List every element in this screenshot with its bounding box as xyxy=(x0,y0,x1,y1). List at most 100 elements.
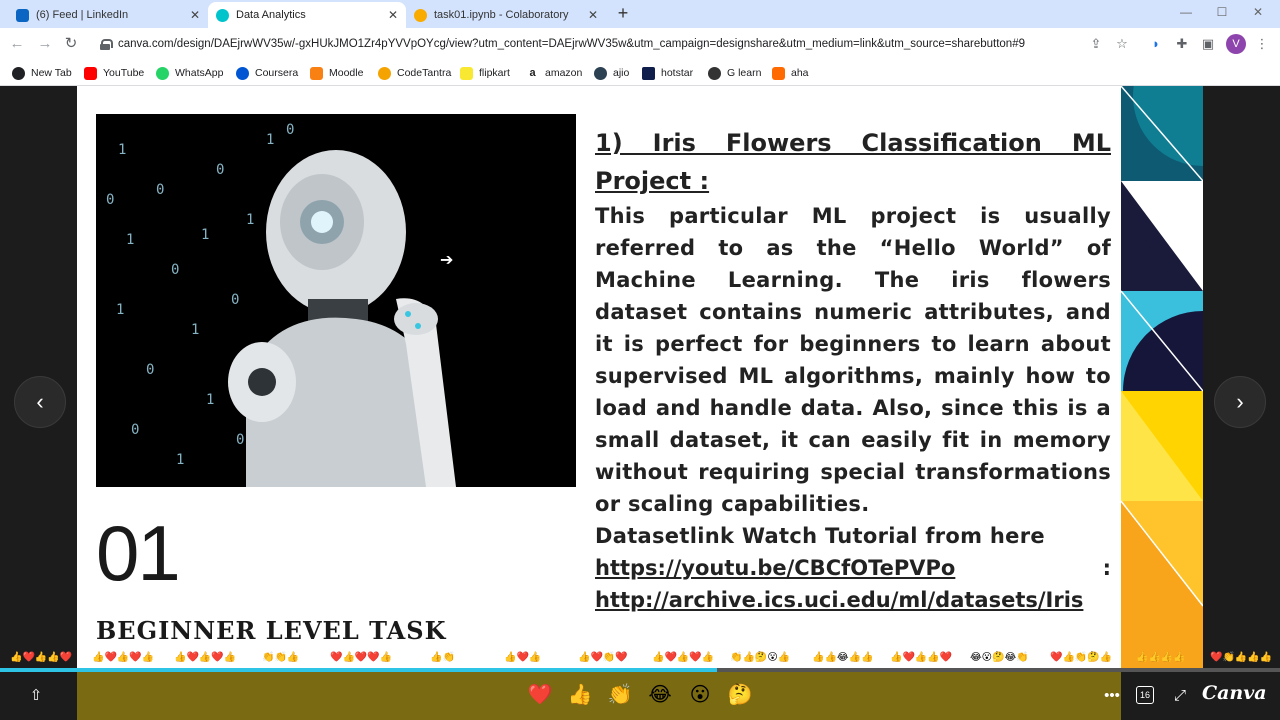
moodle-icon xyxy=(310,66,323,80)
reaction-emojis: ❤️👍👏🤔👍 xyxy=(1050,652,1113,663)
globe-icon xyxy=(12,66,25,80)
close-icon[interactable]: ✕ xyxy=(588,8,598,22)
maximize-button[interactable]: ☐ xyxy=(1212,5,1232,19)
next-slide-button[interactable]: › xyxy=(1214,376,1266,428)
decorative-pattern xyxy=(1121,86,1203,670)
reaction-emojis: 👍❤️👏❤️ xyxy=(578,652,628,663)
svg-text:1: 1 xyxy=(246,212,254,228)
linkedin-icon xyxy=(16,8,29,22)
chevron-right-icon: › xyxy=(1236,389,1244,414)
svg-text:0: 0 xyxy=(231,292,239,308)
colon-text: : xyxy=(1102,556,1111,580)
bookmark-moodle[interactable]: Moodle xyxy=(310,64,363,82)
reaction-emojis: 👍❤️👍👍❤️ xyxy=(10,652,73,663)
svg-text:1: 1 xyxy=(266,132,274,148)
tab-strip: (6) Feed | LinkedIn ✕ Data Analytics ✕ t… xyxy=(0,0,1280,28)
coursera-icon xyxy=(236,66,249,80)
bookmark-glearn[interactable]: G learn xyxy=(708,64,761,82)
colab-icon xyxy=(414,8,427,22)
bookmark-star-icon[interactable]: ☆ xyxy=(1114,36,1130,52)
dataset-line: Datasetlink Watch Tutorial from here xyxy=(595,524,1045,548)
codetantra-icon xyxy=(378,66,391,80)
svg-text:0: 0 xyxy=(171,262,179,278)
bookmark-aha[interactable]: aha xyxy=(772,64,809,82)
url-field[interactable]: canva.com/design/DAEjrwWV35w/-gxHUkJMO1Z… xyxy=(92,32,1142,56)
reload-button[interactable]: ↻ xyxy=(62,35,80,53)
dataset-link[interactable]: http://archive.ics.uci.edu/ml/datasets/I… xyxy=(595,584,1111,616)
svg-text:1: 1 xyxy=(126,232,134,248)
more-options-icon[interactable]: ••• xyxy=(1102,686,1122,706)
laugh-reaction-button[interactable]: 😂 xyxy=(647,682,673,708)
aha-icon xyxy=(772,66,785,80)
media-icon[interactable]: ◗ xyxy=(1148,36,1164,52)
svg-text:1: 1 xyxy=(206,392,214,408)
profile-avatar[interactable]: V xyxy=(1226,34,1246,54)
youtube-icon xyxy=(84,66,97,80)
task-description: 1) Iris Flowers Classification ML Projec… xyxy=(595,124,1111,616)
svg-text:0: 0 xyxy=(106,192,114,208)
robot-image: 101 011 010 010 101 100 01 xyxy=(96,114,576,487)
extensions-icon[interactable]: ✚ xyxy=(1174,36,1190,52)
cursor-icon: ➔ xyxy=(440,252,454,269)
bookmark-flipkart[interactable]: flipkart xyxy=(460,64,510,82)
canva-logo[interactable]: Canva xyxy=(1202,682,1267,704)
bookmark-amazon[interactable]: a amazon xyxy=(526,64,582,82)
bookmark-new-tab[interactable]: New Tab xyxy=(12,64,72,82)
minimize-button[interactable]: — xyxy=(1176,5,1196,19)
bookmarks-bar: New Tab YouTube WhatsApp Coursera Moodle… xyxy=(0,60,1280,86)
url-text: canva.com/design/DAEjrwWV35w/-gxHUkJMO1Z… xyxy=(118,38,1025,50)
fullscreen-icon[interactable]: ⤢ xyxy=(1170,686,1190,706)
reaction-emojis: 👍❤️👍👍❤️ xyxy=(890,652,953,663)
bookmark-hotstar[interactable]: hotstar xyxy=(642,64,693,82)
svg-text:1: 1 xyxy=(201,227,209,243)
reaction-emojis: 👍👍👍👍 xyxy=(1136,652,1186,663)
youtube-link[interactable]: https://youtu.be/CBCfOTePVPo xyxy=(595,552,955,584)
close-window-button[interactable]: ✕ xyxy=(1248,5,1268,19)
reaction-emojis: 👍👏 xyxy=(430,652,455,663)
close-icon[interactable]: ✕ xyxy=(190,8,200,22)
bottom-toolbar: ⇧ ❤️ 👍 👏 😂 😮 🤔 ••• 16 ⤢ Canva xyxy=(0,672,1280,720)
reaction-emojis: 👍❤️👍❤️👍 xyxy=(92,652,155,663)
prev-slide-button[interactable]: ‹ xyxy=(14,376,66,428)
tab-data-analytics[interactable]: Data Analytics ✕ xyxy=(208,2,406,28)
bookmark-youtube[interactable]: YouTube xyxy=(84,64,144,82)
new-tab-button[interactable]: + xyxy=(612,4,634,24)
close-icon[interactable]: ✕ xyxy=(388,8,398,22)
tab-colab[interactable]: task01.ipynb - Colaboratory ✕ xyxy=(406,2,606,28)
svg-text:1: 1 xyxy=(191,322,199,338)
thumbs-up-reaction-button[interactable]: 👍 xyxy=(567,682,593,708)
reaction-emojis: ❤️👏👍👍👍 xyxy=(1210,652,1273,663)
clap-reaction-button[interactable]: 👏 xyxy=(607,682,633,708)
share-icon[interactable]: ⇪ xyxy=(1088,36,1104,52)
page-grid-button[interactable]: 16 xyxy=(1136,686,1154,704)
reaction-emojis: 👍❤️👍❤️👍 xyxy=(652,652,715,663)
task-body: This particular ML project is usually re… xyxy=(595,204,1111,516)
bookmark-whatsapp[interactable]: WhatsApp xyxy=(156,64,223,82)
share-icon[interactable]: ⇧ xyxy=(26,686,46,706)
bookmark-codetantra[interactable]: CodeTantra xyxy=(378,64,451,82)
svg-text:0: 0 xyxy=(156,182,164,198)
heart-reaction-button[interactable]: ❤️ xyxy=(527,682,553,708)
tab-linkedin[interactable]: (6) Feed | LinkedIn ✕ xyxy=(8,2,208,28)
svg-text:0: 0 xyxy=(146,362,154,378)
forward-button[interactable]: → xyxy=(36,35,54,53)
surprised-reaction-button[interactable]: 😮 xyxy=(687,682,713,708)
bookmark-coursera[interactable]: Coursera xyxy=(236,64,298,82)
menu-icon[interactable]: ⋮ xyxy=(1254,36,1270,52)
task-heading: 1) Iris Flowers Classification ML Projec… xyxy=(595,129,1111,195)
tab-title: task01.ipynb - Colaboratory xyxy=(434,9,569,21)
hotstar-icon xyxy=(642,66,655,80)
reaction-emojis: 👍❤️👍❤️👍 xyxy=(174,652,237,663)
whatsapp-icon xyxy=(156,66,169,80)
svg-text:1: 1 xyxy=(116,302,124,318)
reaction-emojis: 👍👍😂👍👍 xyxy=(812,652,874,663)
amazon-icon: a xyxy=(526,66,539,80)
address-bar: ← → ↻ canva.com/design/DAEjrwWV35w/-gxHU… xyxy=(0,28,1280,60)
tab-title: Data Analytics xyxy=(236,9,306,21)
bookmark-ajio[interactable]: ajio xyxy=(594,64,629,82)
svg-text:0: 0 xyxy=(216,162,224,178)
thinking-reaction-button[interactable]: 🤔 xyxy=(727,682,753,708)
back-button[interactable]: ← xyxy=(8,35,26,53)
sidepanel-icon[interactable]: ▣ xyxy=(1200,36,1216,52)
svg-text:0: 0 xyxy=(286,122,294,138)
